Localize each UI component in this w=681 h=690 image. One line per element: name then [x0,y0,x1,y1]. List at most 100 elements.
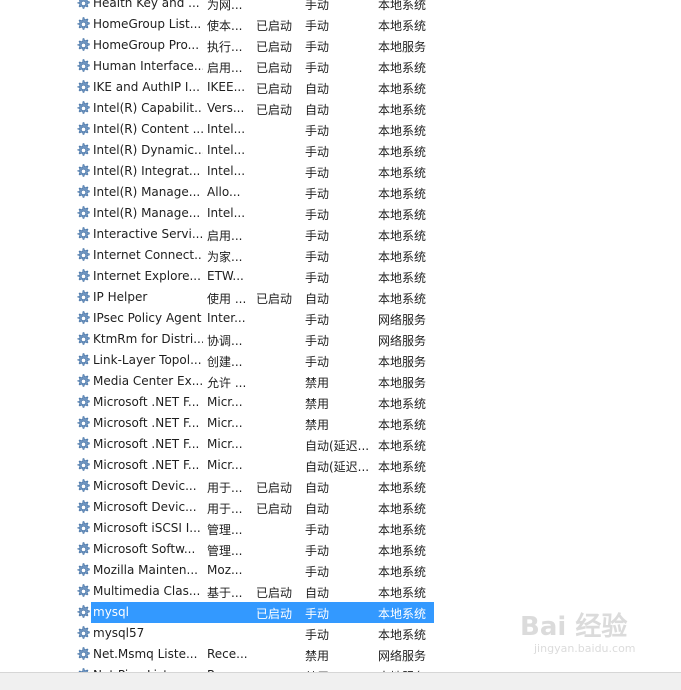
service-name-cell[interactable]: Human Interface... [91,56,204,77]
service-row[interactable]: Health Key and ... 为网... 手动 本地系统 [72,0,434,14]
watermark-url: jingyan.baidu.com [534,642,636,655]
service-row[interactable]: Mozilla Mainten... Moz... 手动 本地系统 [72,560,434,581]
service-row[interactable]: Intel(R) Dynamic... Intel... 手动 本地系统 [72,140,434,161]
service-name-cell[interactable]: Microsoft iSCSI I... [91,518,204,539]
service-row[interactable]: Human Interface... 启用... 已启动 手动 本地系统 [72,56,434,77]
service-name-cell[interactable]: Microsoft .NET F... [91,392,204,413]
gear-icon [75,520,91,536]
service-row[interactable]: KtmRm for Distri... 协调... 手动 网络服务 [72,329,434,350]
service-row[interactable]: Internet Explore... ETW... 手动 本地系统 [72,266,434,287]
service-description: 使本... [207,19,243,33]
service-name-cell[interactable]: Microsoft Devic... [91,497,204,518]
service-name-cell[interactable]: Microsoft .NET F... [91,434,204,455]
service-name-cell[interactable]: Media Center Ex... [91,371,204,392]
service-row[interactable]: IKE and AuthIP I... IKEE... 已启动 自动 本地系统 [72,77,434,98]
service-row[interactable]: Intel(R) Capabilit... Vers... 已启动 自动 本地系统 [72,98,434,119]
service-row[interactable]: Microsoft .NET F... Micr... 自动(延迟... 本地系统 [72,455,434,476]
service-logon-as: 本地系统 [378,208,427,222]
service-startup-type: 自动 [305,82,330,96]
service-name: Net.Msmq Liste... [93,647,198,661]
service-row[interactable]: Microsoft Softw... 管理... 手动 本地系统 [72,539,434,560]
gear-icon [75,394,91,410]
service-name-cell[interactable]: Microsoft Softw... [91,539,204,560]
service-startup-type: 手动 [305,334,330,348]
service-name-cell[interactable]: Intel(R) Manage... [91,203,204,224]
gear-icon [75,478,91,494]
service-status: 已启动 [256,292,293,306]
service-name-cell[interactable]: Link-Layer Topol... [91,350,204,371]
service-name: Mozilla Mainten... [93,563,198,577]
service-description: 使用 ... [207,292,247,306]
service-row[interactable]: Microsoft Devic... 用于... 已启动 自动 本地系统 [72,476,434,497]
service-name-cell[interactable]: Intel(R) Integrat... [91,161,204,182]
service-row[interactable]: Media Center Ex... 允许 ... 禁用 本地服务 [72,371,434,392]
service-logon-as: 本地系统 [378,439,427,453]
service-row[interactable]: Microsoft .NET F... Micr... 自动(延迟... 本地系统 [72,434,434,455]
service-startup-type: 手动 [305,145,330,159]
service-name-cell[interactable]: Intel(R) Content ... [91,119,204,140]
service-row[interactable]: Microsoft .NET F... Micr... 禁用 本地系统 [72,392,434,413]
service-name: HomeGroup List... [93,17,202,31]
service-name: IKE and AuthIP I... [93,80,200,94]
service-row[interactable]: Microsoft .NET F... Micr... 禁用 本地系统 [72,413,434,434]
service-name-cell[interactable]: Microsoft Devic... [91,476,204,497]
service-row[interactable]: Microsoft iSCSI I... 管理... 手动 本地系统 [72,518,434,539]
service-logon-as: 本地系统 [378,544,427,558]
service-name-cell[interactable]: Internet Connect... [91,245,204,266]
service-startup-type: 手动 [305,124,330,138]
watermark-logo-text: Bai 经验 [520,612,628,642]
service-row[interactable]: IPsec Policy Agent Inter... 手动 网络服务 [72,308,434,329]
service-name-cell[interactable]: IP Helper [91,287,204,308]
service-name-cell[interactable]: Interactive Servi... [91,224,204,245]
service-name-cell[interactable]: Intel(R) Dynamic... [91,140,204,161]
service-row[interactable]: Internet Connect... 为家... 手动 本地系统 [72,245,434,266]
service-logon-as: 本地系统 [378,145,427,159]
service-name-cell[interactable]: HomeGroup List... [91,14,204,35]
service-name: Human Interface... [93,59,203,73]
service-row[interactable]: Net.Msmq Liste... Rece... 禁用 网络服务 [72,644,434,665]
service-name: Microsoft .NET F... [93,395,200,409]
service-row[interactable]: Intel(R) Manage... Allo... 手动 本地系统 [72,182,434,203]
service-startup-type: 禁用 [305,418,330,432]
service-row[interactable]: HomeGroup List... 使本... 已启动 手动 本地系统 [72,14,434,35]
service-logon-as: 本地系统 [378,460,427,474]
service-name-cell[interactable]: Multimedia Clas... [91,581,204,602]
service-description: Intel... [207,122,246,136]
service-description: Moz... [207,563,243,577]
service-logon-as: 本地系统 [378,271,427,285]
service-name-cell[interactable]: Intel(R) Capabilit... [91,98,204,119]
service-name-cell[interactable]: Health Key and ... [91,0,204,14]
service-description: 创建... [207,355,243,369]
service-name-cell[interactable]: HomeGroup Pro... [91,35,204,56]
service-startup-type: 禁用 [305,649,330,663]
service-row[interactable]: Multimedia Clas... 基于... 已启动 自动 本地系统 [72,581,434,602]
gear-icon [75,58,91,74]
service-row[interactable]: mysql 已启动 手动 本地系统 [72,602,434,623]
service-row[interactable]: Intel(R) Integrat... Intel... 手动 本地系统 [72,161,434,182]
service-logon-as: 本地系统 [378,124,427,138]
service-name-cell[interactable]: Net.Msmq Liste... [91,644,204,665]
service-row[interactable]: mysql57 手动 本地系统 [72,623,434,644]
service-row[interactable]: HomeGroup Pro... 执行... 已启动 手动 本地服务 [72,35,434,56]
gear-icon [75,583,91,599]
service-name-cell[interactable]: KtmRm for Distri... [91,329,204,350]
service-name-cell[interactable]: IKE and AuthIP I... [91,77,204,98]
service-row[interactable]: Interactive Servi... 启用... 手动 本地系统 [72,224,434,245]
service-name-cell[interactable]: IPsec Policy Agent [91,308,204,329]
gear-icon [75,331,91,347]
service-row[interactable]: Link-Layer Topol... 创建... 手动 本地服务 [72,350,434,371]
gear-icon [75,604,91,620]
service-name-cell[interactable]: Mozilla Mainten... [91,560,204,581]
service-name-cell[interactable]: Intel(R) Manage... [91,182,204,203]
service-name-cell[interactable]: mysql [91,602,204,623]
service-row[interactable]: IP Helper 使用 ... 已启动 自动 本地系统 [72,287,434,308]
service-row[interactable]: Microsoft Devic... 用于... 已启动 自动 本地系统 [72,497,434,518]
service-row[interactable]: Intel(R) Content ... Intel... 手动 本地系统 [72,119,434,140]
service-logon-as: 本地系统 [378,607,427,621]
service-row[interactable]: Intel(R) Manage... Intel... 手动 本地系统 [72,203,434,224]
service-name-cell[interactable]: Microsoft .NET F... [91,413,204,434]
service-name-cell[interactable]: Microsoft .NET F... [91,455,204,476]
service-name-cell[interactable]: Internet Explore... [91,266,204,287]
service-logon-as: 本地系统 [378,502,427,516]
service-name-cell[interactable]: mysql57 [91,623,204,644]
